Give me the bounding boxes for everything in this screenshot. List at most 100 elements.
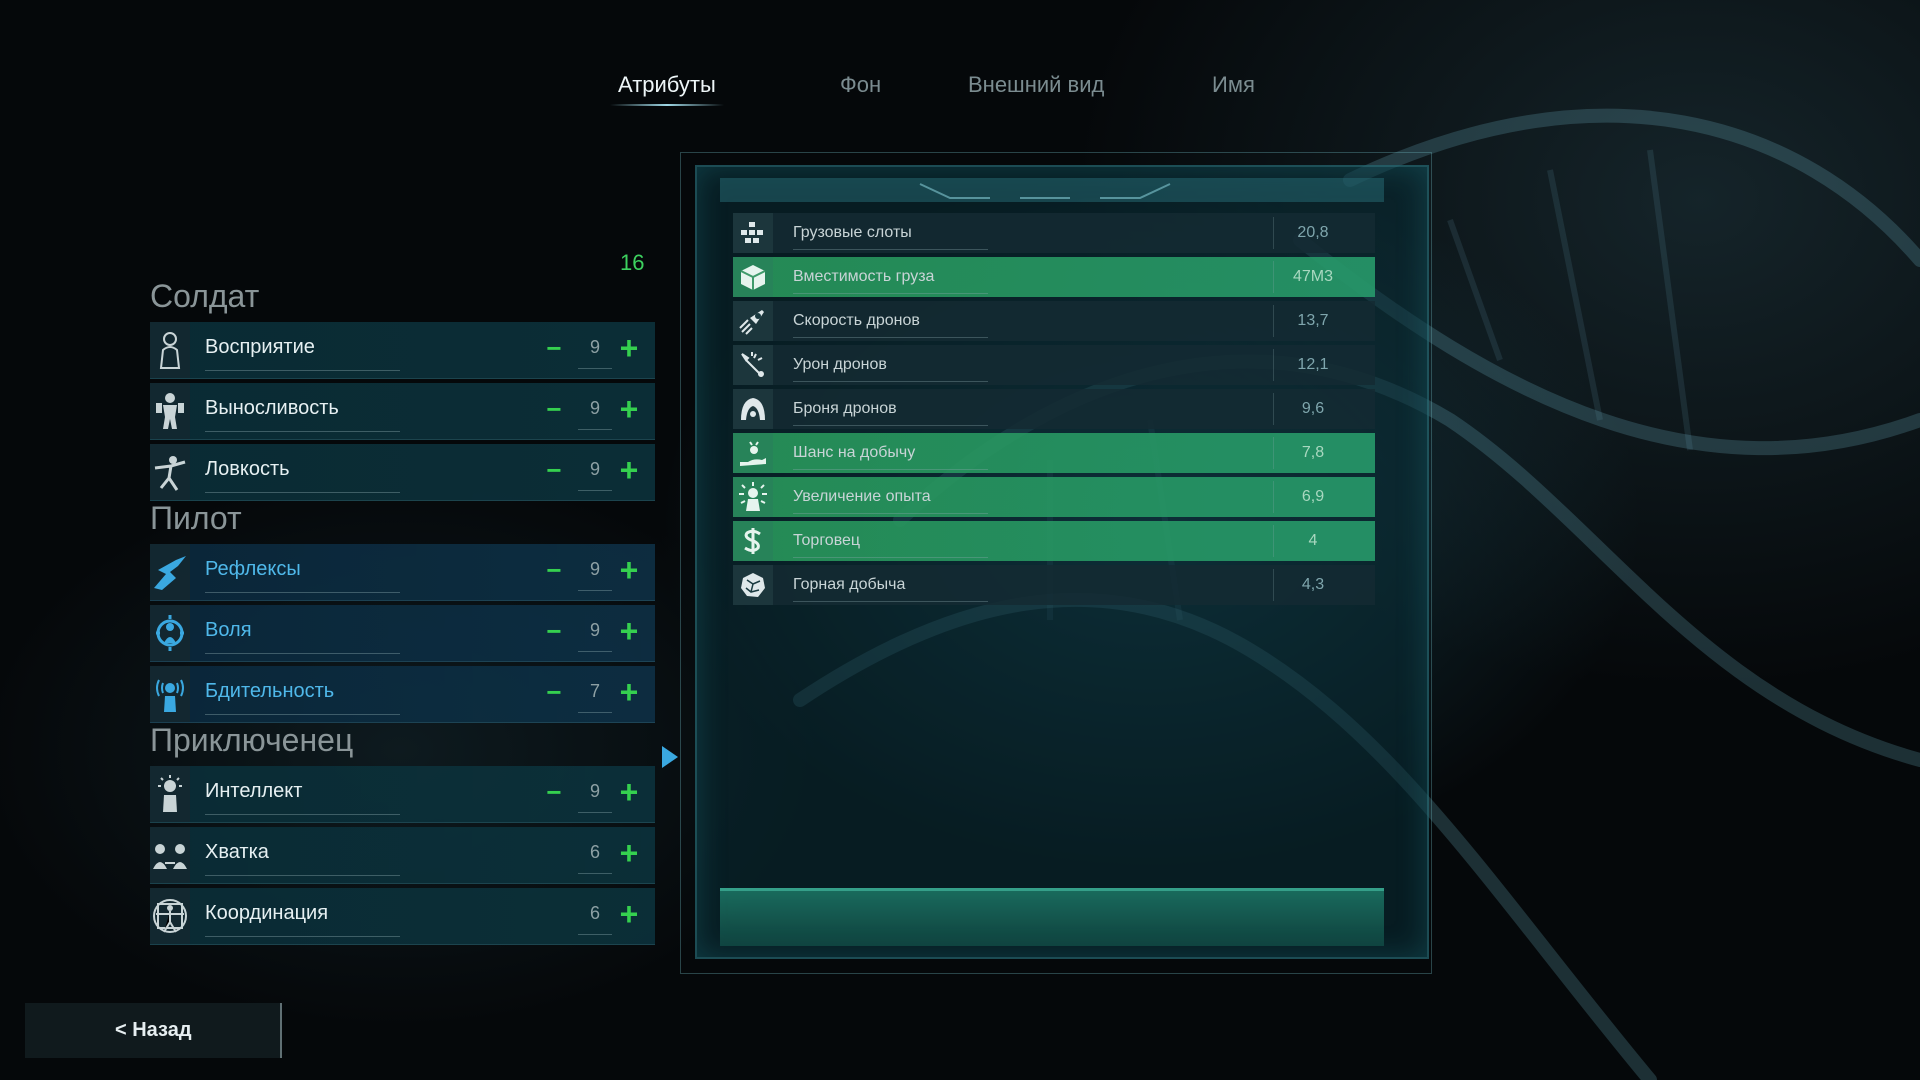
endurance-icon: [150, 383, 190, 439]
divider: [205, 653, 400, 654]
reflexes-icon: [150, 544, 190, 600]
grip-icon: [150, 827, 190, 883]
agility-icon: [150, 444, 190, 500]
drone-speed-icon: [733, 301, 773, 341]
attribute-label: Бдительность: [205, 680, 335, 702]
stat-row-drone-damage: Урон дронов 12,1: [733, 345, 1375, 385]
increase-perception-button[interactable]: +: [616, 332, 642, 364]
divider: [578, 490, 612, 491]
divider: [793, 249, 988, 250]
decrease-perception-button[interactable]: −: [543, 334, 565, 364]
attribute-value: 9: [589, 398, 600, 418]
decrease-intellect-button[interactable]: −: [543, 778, 565, 808]
divider: [793, 469, 988, 470]
increase-grip-button[interactable]: +: [616, 837, 642, 869]
stat-value: 47М3: [1292, 268, 1334, 285]
attribute-label: Хватка: [205, 841, 269, 863]
divider: [578, 651, 612, 652]
divider: [793, 425, 988, 426]
stat-label: Горная добыча: [793, 576, 906, 593]
attribute-value: 7: [589, 681, 600, 701]
tab-background[interactable]: Фон: [840, 72, 881, 98]
attribute-label: Ловкость: [205, 458, 290, 480]
increase-vigilance-button[interactable]: +: [616, 676, 642, 708]
stat-value: 4: [1308, 532, 1318, 549]
group-title-pilot: Пилот: [150, 500, 242, 536]
stat-value: 9,6: [1301, 400, 1325, 417]
increase-intellect-button[interactable]: +: [616, 776, 642, 808]
stat-label: Торговец: [793, 532, 861, 549]
attribute-value: 6: [589, 842, 600, 862]
tab-background-label: Фон: [840, 72, 882, 97]
attribute-row-grip: Хватка 6 +: [150, 827, 655, 884]
back-button-label: < Назад: [115, 1019, 192, 1041]
divider: [793, 601, 988, 602]
increase-reflexes-button[interactable]: +: [616, 554, 642, 586]
attribute-label: Координация: [205, 902, 329, 924]
drone-armor-icon: [733, 389, 773, 429]
stat-label: Шанс на добычу: [793, 444, 916, 461]
decrease-reflexes-button[interactable]: −: [543, 556, 565, 586]
divider: [205, 592, 400, 593]
tab-name-label: Имя: [1212, 72, 1255, 97]
cargo-slots-icon: [733, 213, 773, 253]
available-points: 16: [620, 250, 645, 275]
loot-chance-icon: [733, 433, 773, 473]
decrease-agility-button[interactable]: −: [543, 456, 565, 486]
tab-name[interactable]: Имя: [1212, 72, 1255, 98]
attribute-row-reflexes: Рефлексы − 9 +: [150, 544, 655, 601]
cargo-box-icon: [733, 257, 773, 297]
drone-damage-icon: [733, 345, 773, 385]
divider: [793, 337, 988, 338]
divider: [578, 712, 612, 713]
stat-label: Увеличение опыта: [793, 488, 931, 505]
active-tab-underline: [610, 104, 724, 106]
stat-row-trader: Торговец 4: [733, 521, 1375, 561]
stat-label: Броня дронов: [793, 400, 897, 417]
stat-label: Грузовые слоты: [793, 224, 912, 241]
attribute-label: Выносливость: [205, 397, 339, 419]
stat-label: Урон дронов: [793, 356, 887, 373]
decrease-vigilance-button[interactable]: −: [543, 678, 565, 708]
decrease-willpower-button[interactable]: −: [543, 617, 565, 647]
stat-row-cargo-slots: Грузовые слоты 20,8: [733, 213, 1375, 253]
attribute-value: 9: [589, 559, 600, 579]
stats-panel-header: [720, 178, 1384, 202]
tab-attributes-label: Атрибуты: [618, 72, 716, 97]
tab-attributes[interactable]: Атрибуты: [610, 72, 724, 106]
willpower-icon: [150, 605, 190, 661]
increase-coordination-button[interactable]: +: [616, 898, 642, 930]
stat-value: 4,3: [1301, 576, 1325, 593]
attribute-row-willpower: Воля − 9 +: [150, 605, 655, 662]
attribute-value: 6: [589, 903, 600, 923]
stat-value: 13,7: [1297, 312, 1329, 329]
attribute-row-endurance: Выносливость − 9 +: [150, 383, 655, 440]
increase-willpower-button[interactable]: +: [616, 615, 642, 647]
group-title-soldier: Солдат: [150, 278, 260, 314]
increase-endurance-button[interactable]: +: [616, 393, 642, 425]
mining-icon: [733, 565, 773, 605]
xp-boost-icon: [733, 477, 773, 517]
attribute-row-agility: Ловкость − 9 +: [150, 444, 655, 501]
attribute-value: 9: [589, 459, 600, 479]
divider: [205, 492, 400, 493]
tab-appearance[interactable]: Внешний вид: [968, 72, 1104, 98]
stat-value: 12,1: [1297, 356, 1329, 373]
divider: [793, 513, 988, 514]
increase-agility-button[interactable]: +: [616, 454, 642, 486]
decrease-endurance-button[interactable]: −: [543, 395, 565, 425]
stat-row-drone-speed: Скорость дронов 13,7: [733, 301, 1375, 341]
divider: [205, 431, 400, 432]
tab-appearance-label: Внешний вид: [968, 72, 1105, 97]
dollar-icon: [733, 521, 773, 561]
attribute-label: Интеллект: [205, 780, 303, 802]
back-button[interactable]: < Назад: [25, 1003, 282, 1058]
attribute-value: 9: [589, 781, 600, 801]
stats-panel-footer: [720, 888, 1384, 946]
divider: [578, 429, 612, 430]
stat-row-loot-chance: Шанс на добычу 7,8: [733, 433, 1375, 473]
perception-icon: [150, 322, 190, 378]
divider: [205, 814, 400, 815]
attribute-row-vigilance: Бдительность − 7 +: [150, 666, 655, 723]
divider: [205, 875, 400, 876]
